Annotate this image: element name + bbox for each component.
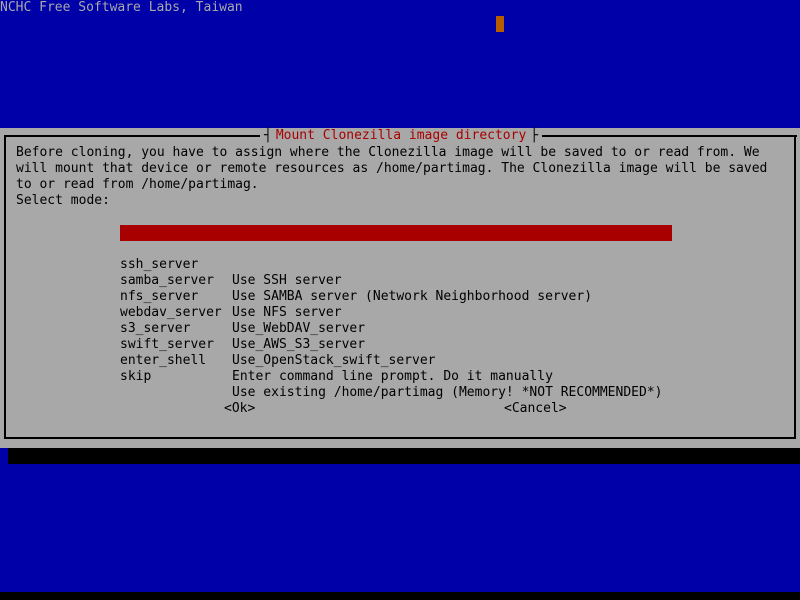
title-left-tee: ┤ [264, 128, 272, 143]
dialog: ┤ Mount Clonezilla image directory ├ Bef… [0, 128, 800, 448]
text-cursor [496, 16, 504, 32]
dialog-shadow [8, 448, 800, 464]
menu-item-swift-server[interactable]: swift_server Use_OpenStack_swift_server [120, 321, 672, 368]
body-line: Before cloning, you have to assign where… [16, 145, 760, 160]
menu-item-ssh-server[interactable]: ssh_server Use SSH server [120, 241, 672, 288]
dialog-title-bar: ┤ Mount Clonezilla image directory ├ [260, 128, 543, 144]
body-line: will mount that device or remote resourc… [16, 161, 768, 176]
menu-item-webdav-server[interactable]: webdav_server Use_WebDAV_server [120, 289, 672, 336]
menu-item-local-dev[interactable]: local_dev Use local device (E.g.: hard d… [120, 225, 672, 272]
title-right-tee: ├ [530, 128, 539, 143]
menu-item-samba-server[interactable]: samba_server Use SAMBA server (Network N… [120, 257, 672, 304]
menu-item-nfs-server[interactable]: nfs_server Use NFS server [120, 273, 672, 320]
select-mode-label: Select mode: [16, 193, 110, 208]
backtitle: NCHC Free Software Labs, Taiwan [0, 0, 243, 15]
menu-item-s3-server[interactable]: s3_server Use_AWS_S3_server [120, 305, 672, 352]
dialog-title: Mount Clonezilla image directory [275, 128, 527, 143]
menu-item-desc: Enter command line prompt. Do it manuall… [232, 369, 553, 384]
menu-item-skip[interactable]: skip Use existing /home/partimag (Memory… [120, 353, 672, 400]
menu-item-desc: Use existing /home/partimag (Memory! *NO… [232, 385, 663, 400]
menu-item-enter-shell[interactable]: enter_shell Enter command line prompt. D… [120, 337, 672, 384]
bottom-strip [0, 592, 800, 600]
cancel-button[interactable]: <Cancel> [504, 401, 567, 417]
menu-item-tag: skip [120, 369, 152, 384]
ok-button[interactable]: <Ok> [224, 401, 255, 417]
body-line: to or read from /home/partimag. [16, 177, 259, 192]
